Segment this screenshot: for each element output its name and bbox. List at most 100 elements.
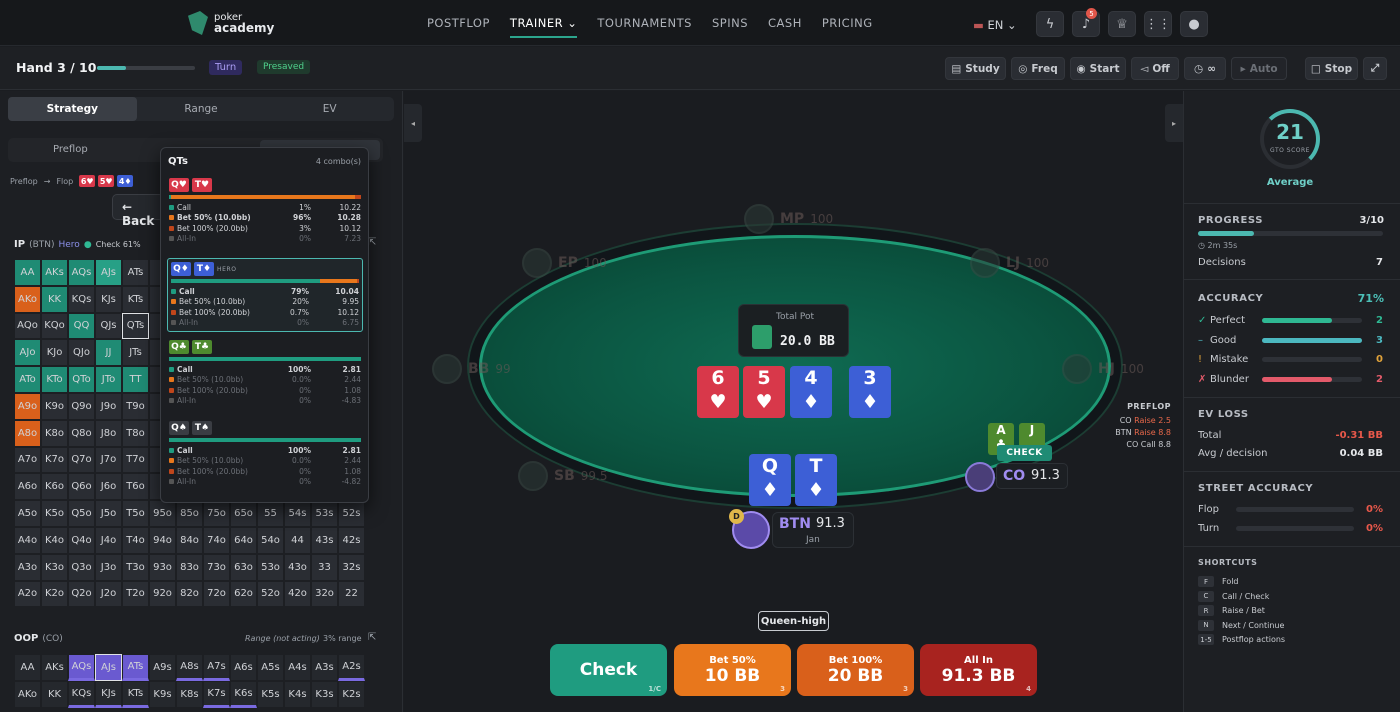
- range-cell[interactable]: 85o: [176, 500, 203, 527]
- oop-range-cell[interactable]: K8s: [176, 680, 203, 708]
- bolt-icon[interactable]: ϟ: [1036, 11, 1064, 37]
- range-cell[interactable]: 54o: [257, 526, 284, 554]
- range-cell[interactable]: QJs: [95, 312, 122, 340]
- range-cell[interactable]: AQs: [68, 259, 95, 286]
- range-cell[interactable]: JJ: [95, 339, 122, 367]
- range-cell[interactable]: J4o: [95, 526, 122, 554]
- range-cell[interactable]: J6o: [95, 473, 122, 501]
- range-cell[interactable]: A6o: [14, 473, 41, 501]
- range-cell[interactable]: Q9o: [68, 392, 95, 420]
- oop-range-cell[interactable]: A5s: [257, 654, 284, 681]
- range-cell[interactable]: 54s: [284, 500, 311, 527]
- range-cell[interactable]: T2o: [122, 580, 149, 608]
- range-cell[interactable]: K3o: [41, 553, 68, 581]
- oop-range-cell[interactable]: A2s: [338, 654, 365, 681]
- fullscreen-icon[interactable]: ⤢: [1363, 57, 1387, 80]
- range-cell[interactable]: T4o: [122, 526, 149, 554]
- range-cell[interactable]: T7o: [122, 446, 149, 474]
- oop-range-cell[interactable]: K9s: [149, 680, 176, 708]
- check-button[interactable]: Check 1/C: [550, 644, 667, 696]
- crumb-preflop[interactable]: Preflop: [10, 177, 38, 186]
- range-cell[interactable]: K7o: [41, 446, 68, 474]
- bet-50-button[interactable]: Bet 50% 10 BB 3: [674, 644, 791, 696]
- range-cell[interactable]: A9o: [14, 392, 41, 420]
- range-cell[interactable]: KJs: [95, 285, 122, 313]
- range-cell[interactable]: 82o: [176, 580, 203, 608]
- range-cell[interactable]: 92o: [149, 580, 176, 608]
- range-cell[interactable]: 52s: [338, 500, 365, 527]
- language-select[interactable]: ▬ EN ⌄: [973, 18, 1017, 32]
- range-cell[interactable]: QTo: [68, 366, 95, 393]
- range-cell[interactable]: KTo: [41, 366, 68, 393]
- range-cell[interactable]: 75o: [203, 500, 230, 527]
- range-cell[interactable]: 33: [311, 553, 338, 581]
- nav-pricing[interactable]: PRICING: [822, 16, 873, 38]
- range-cell[interactable]: KK: [41, 285, 68, 313]
- range-cell[interactable]: AJs: [95, 259, 122, 286]
- range-cell[interactable]: Q2o: [68, 580, 95, 608]
- apps-grid-icon[interactable]: ⋮⋮: [1144, 11, 1172, 37]
- crumb-flop[interactable]: Flop: [56, 177, 73, 186]
- oop-range-cell[interactable]: KJs: [95, 680, 122, 708]
- range-cell[interactable]: T9o: [122, 392, 149, 420]
- oop-range-cell[interactable]: A8s: [176, 654, 203, 681]
- oop-range-cell[interactable]: K7s: [203, 680, 230, 708]
- range-cell[interactable]: ATs: [122, 259, 149, 286]
- oop-range-cell[interactable]: ATs: [122, 654, 149, 681]
- oop-range-cell[interactable]: A9s: [149, 654, 176, 681]
- oop-range-cell[interactable]: KTs: [122, 680, 149, 708]
- timer-button[interactable]: ◷ ∞: [1184, 57, 1226, 80]
- range-cell[interactable]: Q8o: [68, 419, 95, 447]
- range-cell[interactable]: 73o: [203, 553, 230, 581]
- range-cell[interactable]: AJo: [14, 339, 41, 367]
- range-cell[interactable]: K9o: [41, 392, 68, 420]
- range-cell[interactable]: J5o: [95, 500, 122, 527]
- range-cell[interactable]: A2o: [14, 580, 41, 608]
- street-tab-preflop[interactable]: Preflop: [53, 144, 88, 155]
- oop-range-cell[interactable]: AA: [14, 654, 41, 681]
- range-cell[interactable]: 22: [338, 580, 365, 608]
- nav-tournaments[interactable]: TOURNAMENTS: [597, 16, 692, 38]
- bell-icon[interactable]: ♪ 5: [1072, 8, 1100, 37]
- range-cell[interactable]: A5o: [14, 500, 41, 527]
- range-cell[interactable]: A8o: [14, 419, 41, 447]
- range-cell[interactable]: QTs: [122, 312, 149, 340]
- range-cell[interactable]: K2o: [41, 580, 68, 608]
- tab-ev[interactable]: EV: [265, 97, 394, 121]
- range-cell[interactable]: Q7o: [68, 446, 95, 474]
- range-cell[interactable]: KTs: [122, 285, 149, 313]
- range-cell[interactable]: 95o: [149, 500, 176, 527]
- range-cell[interactable]: J7o: [95, 446, 122, 474]
- range-cell[interactable]: Q3o: [68, 553, 95, 581]
- collapse-right-icon[interactable]: ▸: [1165, 104, 1183, 142]
- oop-range-cell[interactable]: AJs: [95, 654, 122, 681]
- user-icon[interactable]: ●: [1180, 11, 1208, 37]
- auto-button[interactable]: ▸ Auto: [1231, 57, 1287, 80]
- range-cell[interactable]: T3o: [122, 553, 149, 581]
- range-cell[interactable]: 74o: [203, 526, 230, 554]
- range-cell[interactable]: 93o: [149, 553, 176, 581]
- nav-postflop[interactable]: POSTFLOP: [427, 16, 490, 38]
- oop-range-cell[interactable]: A6s: [230, 654, 257, 681]
- oop-range-cell[interactable]: AKo: [14, 680, 41, 708]
- range-cell[interactable]: K5o: [41, 500, 68, 527]
- range-cell[interactable]: JTo: [95, 366, 122, 393]
- range-cell[interactable]: 32s: [338, 553, 365, 581]
- oop-range-cell[interactable]: A3s: [311, 654, 338, 681]
- range-cell[interactable]: 72o: [203, 580, 230, 608]
- oop-range-cell[interactable]: A4s: [284, 654, 311, 681]
- oop-external-link-icon[interactable]: ⇱: [368, 632, 376, 643]
- range-cell[interactable]: 64o: [230, 526, 257, 554]
- bet-100-button[interactable]: Bet 100% 20 BB 3: [797, 644, 914, 696]
- external-link-icon[interactable]: ⇱: [368, 237, 376, 248]
- nav-trainer[interactable]: TRAINER ⌄: [509, 16, 578, 38]
- range-cell[interactable]: ATo: [14, 366, 41, 393]
- oop-range-cell[interactable]: KK: [41, 680, 68, 708]
- oop-range-cell[interactable]: AKs: [41, 654, 68, 681]
- range-cell[interactable]: A7o: [14, 446, 41, 474]
- nav-spins[interactable]: SPINS: [712, 16, 748, 38]
- nav-cash[interactable]: CASH: [768, 16, 802, 38]
- range-cell[interactable]: 52o: [257, 580, 284, 608]
- oop-range-cell[interactable]: AQs: [68, 654, 95, 681]
- range-cell[interactable]: 44: [284, 526, 311, 554]
